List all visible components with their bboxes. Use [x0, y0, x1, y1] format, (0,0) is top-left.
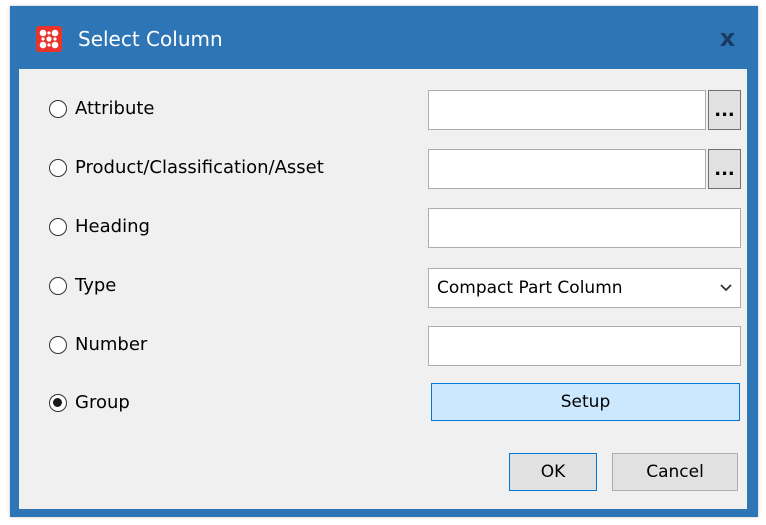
number-input[interactable]: [428, 326, 741, 366]
radio-label-attribute: Attribute: [75, 98, 155, 119]
window-title: Select Column: [78, 27, 223, 51]
radio-button-type[interactable]: [49, 277, 67, 295]
radio-label-product: Product/Classification/Asset: [75, 157, 324, 178]
radio-button-number[interactable]: [49, 336, 67, 354]
setup-button[interactable]: Setup: [431, 383, 740, 421]
radio-type[interactable]: Type: [49, 272, 116, 300]
radio-heading[interactable]: Heading: [49, 213, 150, 241]
radio-label-group: Group: [75, 392, 130, 413]
radio-attribute[interactable]: Attribute: [49, 95, 154, 123]
radio-button-group[interactable]: [49, 394, 67, 412]
ok-button[interactable]: OK: [509, 453, 597, 491]
radio-button-heading[interactable]: [49, 218, 67, 236]
radio-group[interactable]: Group: [49, 389, 130, 417]
close-button[interactable]: x: [697, 6, 758, 69]
type-dropdown-value: Compact Part Column: [437, 278, 623, 298]
radio-label-number: Number: [75, 334, 148, 355]
heading-input[interactable]: [428, 208, 741, 248]
radio-button-attribute[interactable]: [49, 100, 67, 118]
app-logo-icon: [36, 26, 62, 52]
cancel-button[interactable]: Cancel: [612, 453, 738, 491]
type-dropdown[interactable]: Compact Part Column: [428, 268, 741, 308]
dialog-body: Attribute ... Product/Classification/Ass…: [19, 69, 747, 509]
close-icon: x: [719, 23, 736, 52]
select-column-dialog: Select Column x Attribute ... Product/Cl…: [10, 6, 758, 517]
chevron-down-icon: [712, 284, 740, 292]
attribute-browse-button[interactable]: ...: [708, 90, 741, 130]
radio-product[interactable]: Product/Classification/Asset: [49, 154, 324, 182]
attribute-input[interactable]: [428, 90, 706, 130]
radio-number[interactable]: Number: [49, 331, 147, 359]
title-bar[interactable]: Select Column x: [10, 6, 758, 69]
radio-label-type: Type: [75, 275, 117, 296]
product-input[interactable]: [428, 149, 706, 189]
product-browse-button[interactable]: ...: [708, 149, 741, 189]
radio-label-heading: Heading: [75, 216, 150, 237]
radio-button-product[interactable]: [49, 159, 67, 177]
